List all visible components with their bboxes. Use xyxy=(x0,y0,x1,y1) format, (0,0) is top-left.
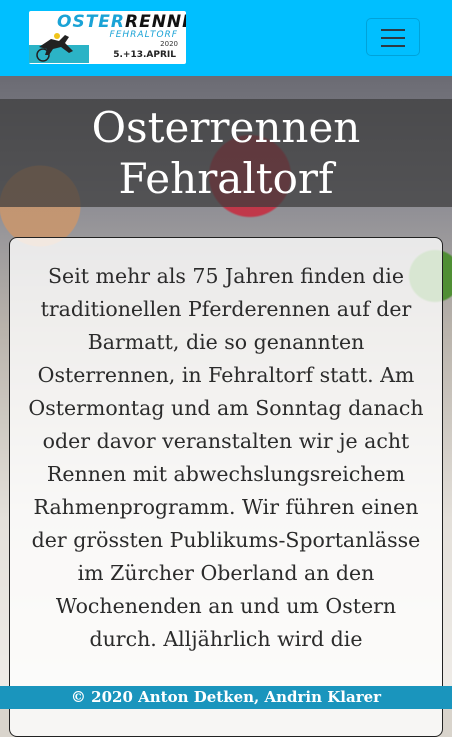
intro-text: Seit mehr als 75 Jahren finden die tradi… xyxy=(28,264,424,651)
logo-dates: 5.+13.APRIL xyxy=(113,50,176,60)
logo-year: 2020 xyxy=(160,40,178,48)
site-logo[interactable]: OSTERRENNEN FEHRALTORF 2020 5.+13.APRIL xyxy=(29,11,186,64)
hamburger-icon xyxy=(381,29,405,31)
logo-subtitle: FEHRALTORF xyxy=(109,30,178,40)
footer: © 2020 Anton Detken, Andrin Klarer xyxy=(0,686,452,709)
copyright-text: © 2020 Anton Detken, Andrin Klarer xyxy=(70,688,382,706)
logo-title: OSTERRENNEN xyxy=(57,12,186,32)
hero-banner: Osterrennen Fehraltorf xyxy=(0,99,452,207)
navbar: OSTERRENNEN FEHRALTORF 2020 5.+13.APRIL xyxy=(0,0,452,76)
menu-toggle-button[interactable] xyxy=(366,18,420,56)
page-title: Osterrennen Fehraltorf xyxy=(91,103,361,203)
intro-card: Seit mehr als 75 Jahren finden die tradi… xyxy=(9,237,443,737)
